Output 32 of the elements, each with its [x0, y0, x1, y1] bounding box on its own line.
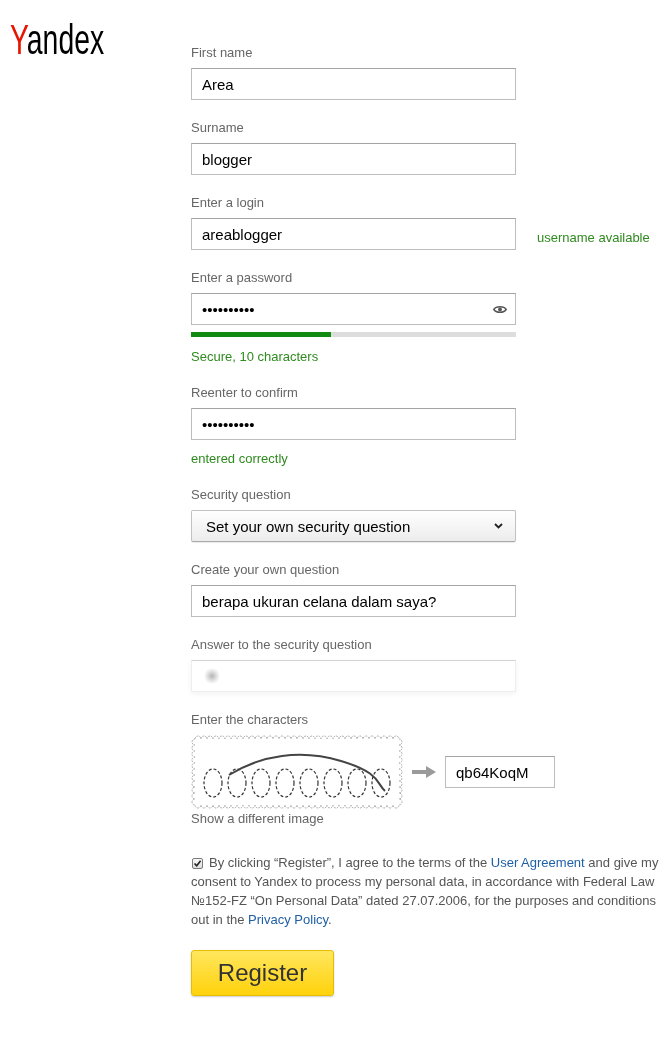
field-label: Security question	[191, 487, 291, 503]
input-field[interactable]: berapa ukuran celana dalam saya?	[191, 585, 516, 617]
register-button[interactable]: Register	[191, 950, 334, 996]
input-field[interactable]: Area	[191, 68, 516, 100]
field-label: Enter the characters	[191, 712, 309, 728]
input-field[interactable]: ••••••••••	[191, 293, 516, 325]
input-field[interactable]: ••••••••••	[191, 408, 516, 440]
field-label: Surname	[191, 120, 244, 136]
input-field[interactable]: qb64KoqM	[445, 756, 555, 788]
field-label: Enter a login	[191, 195, 264, 211]
field-label: Reenter to confirm	[191, 385, 298, 401]
field-label: Create your own question	[191, 562, 340, 578]
chevron-down-icon	[494, 523, 503, 529]
input-field[interactable]	[191, 660, 516, 692]
status-message: entered correctly	[191, 451, 288, 467]
field-label: Answer to the security question	[191, 637, 372, 653]
input-field[interactable]: blogger	[191, 143, 516, 175]
checkmark-icon	[193, 859, 202, 868]
field-label: First name	[191, 45, 253, 61]
refresh-image-link[interactable]: Show a different image	[191, 811, 324, 827]
field-label: Enter a password	[191, 270, 293, 286]
logo: Yandex	[10, 16, 105, 62]
agreement-text: By clicking “Register”, I agree to the terms of the User Agreement and give my consent to Yandex to process my personal data, in accordance with Federal Law №152-FZ “On Personal Data” dated 27.07.2006, for the purposes and conditions out in the Privacy Policy.	[191, 854, 660, 929]
blur-spot-icon	[204, 668, 220, 684]
input-field[interactable]: areablogger	[191, 218, 516, 250]
eye-icon[interactable]	[493, 304, 507, 314]
status-message: username available	[537, 230, 650, 246]
checkbox[interactable]	[192, 858, 203, 869]
arrow-right-icon	[412, 766, 436, 778]
text-link[interactable]: User Agreement	[490, 855, 585, 870]
security-question-dropdown[interactable]: Set your own security question	[191, 510, 516, 542]
status-message: Secure, 10 characters	[191, 349, 319, 365]
